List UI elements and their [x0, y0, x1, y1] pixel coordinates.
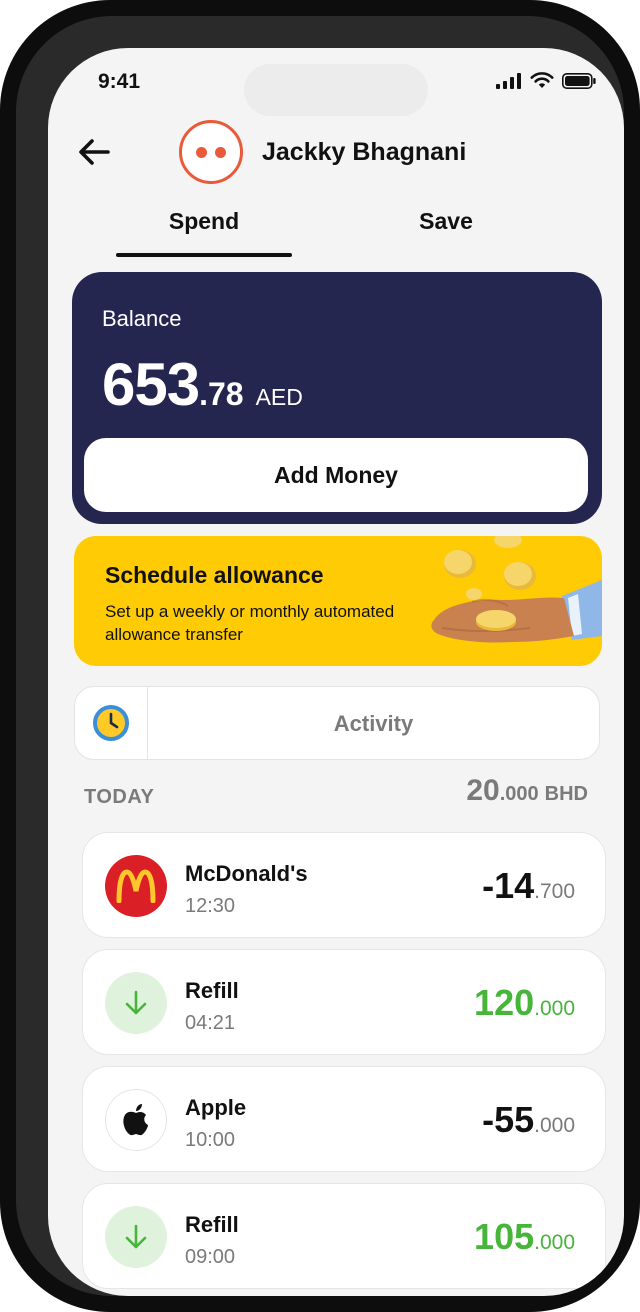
schedule-allowance-banner[interactable]: Schedule allowance Set up a weekly or mo… [74, 536, 602, 666]
balance-card: Balance 653.78 AED Add Money [72, 272, 602, 524]
arrow-down-icon [105, 1206, 167, 1268]
tab-save[interactable]: Save [358, 208, 534, 235]
banner-text: Set up a weekly or monthly automated all… [105, 602, 395, 644]
transaction-amount: -14.700 [482, 865, 575, 907]
transaction-amount: 105.000 [474, 1216, 575, 1258]
activity-bar[interactable]: Activity [74, 686, 600, 760]
tab-spend[interactable]: Spend [116, 208, 292, 235]
status-icons [496, 72, 596, 89]
transaction-row[interactable]: Refill 04:21 120.000 [82, 949, 606, 1055]
transaction-name: Apple [185, 1095, 247, 1120]
avatar-eye-right [215, 146, 226, 158]
amount-integer: 105 [474, 1216, 535, 1257]
battery-icon [562, 72, 596, 89]
amount-decimal: .000 [534, 1114, 575, 1137]
apple-logo-icon [105, 1089, 167, 1151]
amount-integer: -55 [482, 1099, 535, 1140]
status-time: 9:41 [98, 70, 141, 93]
balance-label: Balance [102, 306, 182, 331]
today-total-integer: 20 [466, 774, 500, 807]
balance-amount: 653.78 AED [102, 350, 303, 419]
transaction-amount: 120.000 [474, 982, 575, 1024]
avatar-eye-left [196, 146, 207, 158]
history-button[interactable] [75, 687, 148, 759]
screen: 9:41 Jackky Bhagnani Spend Save Balance … [48, 48, 624, 1296]
amount-decimal: .000 [534, 997, 575, 1020]
user-name: Jackky Bhagnani [262, 138, 467, 166]
phone-bezel: 9:41 Jackky Bhagnani Spend Save Balance … [16, 16, 624, 1296]
active-tab-indicator [116, 253, 292, 257]
hand-coins-illustration [431, 536, 602, 643]
today-label: TODAY [84, 786, 155, 808]
add-money-button[interactable]: Add Money [84, 438, 588, 512]
balance-integer: 653 [102, 351, 200, 418]
activity-label: Activity [333, 711, 414, 736]
avatar[interactable] [179, 120, 243, 184]
back-arrow-icon[interactable] [74, 132, 114, 172]
amount-integer: -14 [482, 865, 535, 906]
transaction-row[interactable]: Refill 09:00 105.000 [82, 1183, 606, 1289]
mcdonalds-logo-icon [105, 855, 167, 917]
transaction-name: Refill [185, 978, 239, 1003]
wifi-icon [530, 72, 554, 88]
phone-frame: 9:41 Jackky Bhagnani Spend Save Balance … [0, 0, 640, 1312]
transaction-time: 12:30 [185, 895, 236, 917]
amount-decimal: .000 [534, 1231, 575, 1254]
transaction-row[interactable]: McDonald's 12:30 -14.700 [82, 832, 606, 938]
amount-integer: 120 [474, 982, 535, 1023]
today-total-decimal: .000 [499, 783, 539, 805]
today-total-currency: BHD [544, 783, 588, 805]
balance-currency: AED [255, 384, 303, 410]
transaction-amount: -55.000 [482, 1099, 575, 1141]
banner-title: Schedule allowance [105, 562, 324, 588]
transaction-time: 04:21 [185, 1012, 236, 1034]
today-total: 20.000 BHD [466, 774, 588, 808]
transaction-name: Refill [185, 1212, 239, 1237]
balance-decimal: .78 [199, 376, 244, 412]
transaction-time: 09:00 [185, 1246, 236, 1268]
clock-icon [93, 705, 129, 741]
dynamic-island [244, 64, 428, 116]
signal-icon [496, 72, 521, 89]
transaction-row[interactable]: Apple 10:00 -55.000 [82, 1066, 606, 1172]
amount-decimal: .700 [534, 880, 575, 903]
transaction-time: 10:00 [185, 1129, 236, 1151]
transaction-name: McDonald's [185, 861, 308, 886]
arrow-down-icon [105, 972, 167, 1034]
